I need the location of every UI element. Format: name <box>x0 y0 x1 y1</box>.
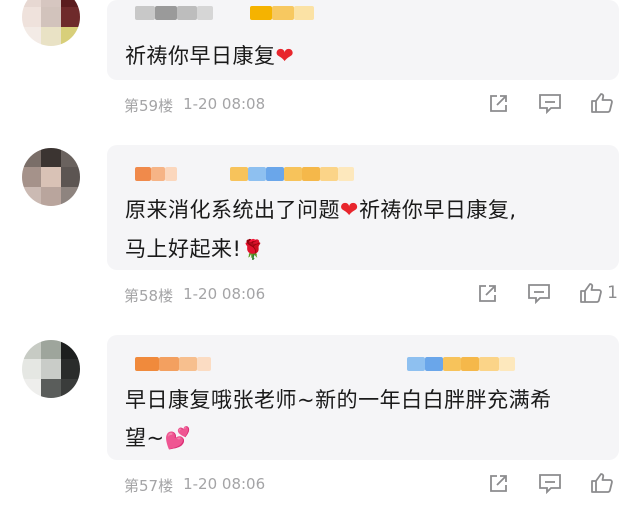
avatar[interactable] <box>22 0 80 46</box>
share-icon <box>490 95 507 112</box>
avatar[interactable] <box>22 148 80 206</box>
comment-actions <box>488 92 618 114</box>
comment-bubble: 原来消化系统出了问题❤祈祷你早日康复, 马上好起来!🌹 <box>107 145 619 270</box>
thumbs-up-icon <box>591 473 613 493</box>
comment-text-content: 祈祷你早日康复 <box>125 44 276 68</box>
reply-button[interactable] <box>538 92 562 114</box>
comment-time: 1-20 08:06 <box>183 475 266 493</box>
comment-meta: 第59楼 1-20 08:08 <box>124 95 265 116</box>
comment-text-line1-after: 祈祷你早日康复, <box>358 198 517 222</box>
comment-text-line1: 早日康复哦张老师~新的一年白白胖胖充满希 <box>125 388 552 412</box>
share-button[interactable] <box>488 472 510 494</box>
comment-text: 原来消化系统出了问题❤祈祷你早日康复, 马上好起来!🌹 <box>125 191 601 269</box>
comment-text-line1: 原来消化系统出了问题 <box>125 198 340 222</box>
reply-button[interactable] <box>527 282 551 304</box>
share-icon <box>490 475 507 492</box>
like-count: 1 <box>607 283 618 303</box>
like-button[interactable]: 1 <box>579 282 618 304</box>
floor-number: 第57楼 <box>124 477 174 495</box>
comment-time: 1-20 08:08 <box>183 95 266 113</box>
heart-icon: ❤ <box>275 44 295 69</box>
reply-icon <box>528 284 551 304</box>
thumbs-up-icon <box>580 283 603 303</box>
comment-actions <box>488 472 618 494</box>
reply-icon <box>539 94 561 114</box>
comment-bubble: 祈祷你早日康复❤ <box>107 0 619 80</box>
share-button[interactable] <box>488 92 510 114</box>
heart-icon: ❤ <box>340 198 359 223</box>
comment-text: 早日康复哦张老师~新的一年白白胖胖充满希 望~💕 <box>125 381 601 457</box>
floor-number: 第58楼 <box>124 287 174 305</box>
like-button[interactable] <box>590 472 618 494</box>
comment-text-line2: 马上好起来! <box>125 237 242 261</box>
rose-icon: 🌹 <box>241 239 266 261</box>
reply-icon <box>539 474 561 494</box>
avatar[interactable] <box>22 340 80 398</box>
floor-number: 第59楼 <box>124 97 174 115</box>
comment-bubble: 早日康复哦张老师~新的一年白白胖胖充满希 望~💕 <box>107 335 619 460</box>
comment-meta: 第58楼 1-20 08:06 <box>124 285 265 306</box>
comment-time: 1-20 08:06 <box>183 285 266 303</box>
two-hearts-icon: 💕 <box>164 426 192 450</box>
like-button[interactable] <box>590 92 618 114</box>
reply-button[interactable] <box>538 472 562 494</box>
comment-actions: 1 <box>477 282 618 304</box>
comment-text: 祈祷你早日康复❤ <box>125 37 601 76</box>
share-icon <box>479 285 497 302</box>
comment-text-line2: 望~ <box>125 426 165 450</box>
share-button[interactable] <box>477 282 499 304</box>
thumbs-up-icon <box>591 93 613 113</box>
comment-meta: 第57楼 1-20 08:06 <box>124 475 265 496</box>
